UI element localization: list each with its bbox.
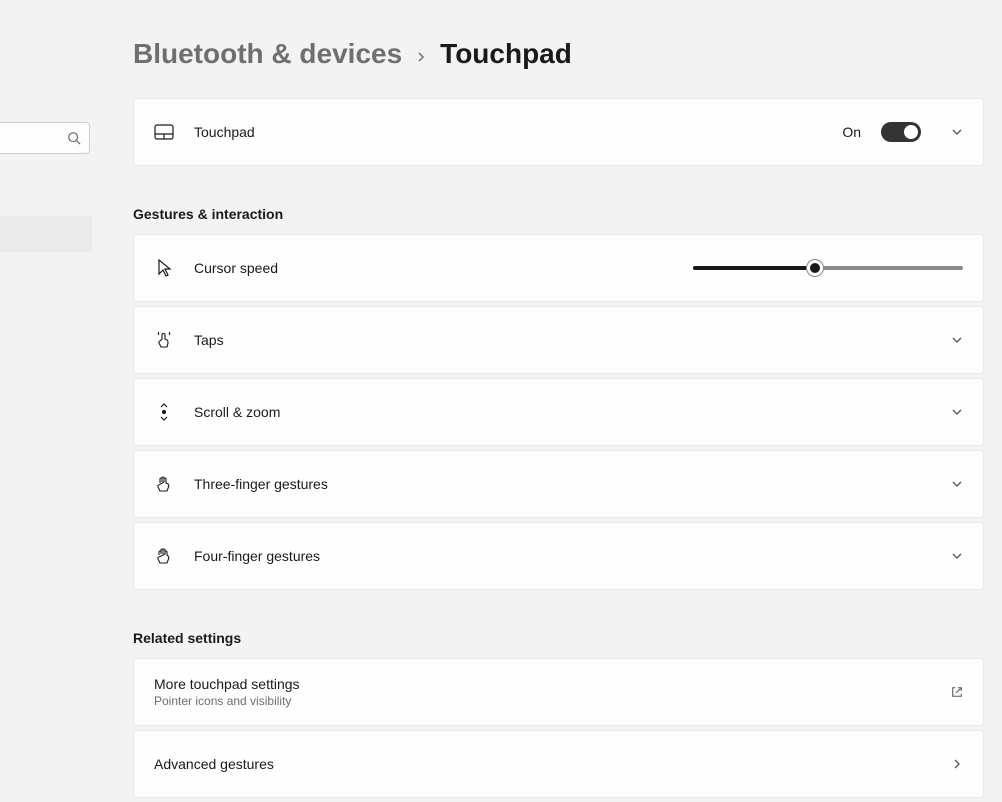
- three-finger-card[interactable]: Three-finger gestures: [133, 450, 984, 518]
- cursor-speed-label: Cursor speed: [194, 260, 673, 276]
- taps-label: Taps: [194, 332, 921, 348]
- scroll-zoom-card[interactable]: Scroll & zoom: [133, 378, 984, 446]
- tap-icon: [154, 330, 174, 350]
- main-content: Bluetooth & devices Touchpad Touchpad On…: [0, 0, 1002, 802]
- scroll-zoom-label: Scroll & zoom: [194, 404, 921, 420]
- section-title-related: Related settings: [133, 630, 984, 646]
- touchpad-toggle-card[interactable]: Touchpad On: [133, 98, 984, 166]
- cursor-speed-card: Cursor speed: [133, 234, 984, 302]
- chevron-right-icon: [416, 49, 426, 59]
- cursor-speed-slider[interactable]: [693, 266, 963, 270]
- hand-four-icon: [154, 546, 174, 566]
- touchpad-icon: [154, 122, 174, 142]
- advanced-gestures-card[interactable]: Advanced gestures: [133, 730, 984, 798]
- hand-three-icon: [154, 474, 174, 494]
- search-input[interactable]: [0, 122, 90, 154]
- breadcrumb-parent[interactable]: Bluetooth & devices: [133, 38, 402, 70]
- sidebar-item-selected[interactable]: [0, 216, 92, 252]
- more-touchpad-label: More touchpad settings Pointer icons and…: [154, 676, 921, 708]
- four-finger-card[interactable]: Four-finger gestures: [133, 522, 984, 590]
- search-icon: [67, 131, 81, 145]
- touchpad-label: Touchpad: [194, 124, 822, 140]
- more-touchpad-settings-card[interactable]: More touchpad settings Pointer icons and…: [133, 658, 984, 726]
- toggle-state-label: On: [842, 124, 861, 140]
- breadcrumb: Bluetooth & devices Touchpad: [133, 38, 984, 70]
- taps-card[interactable]: Taps: [133, 306, 984, 374]
- cursor-icon: [154, 258, 174, 278]
- chevron-right-icon: [951, 758, 963, 770]
- scroll-icon: [154, 402, 174, 422]
- touchpad-toggle[interactable]: [881, 122, 921, 142]
- chevron-down-icon: [951, 478, 963, 490]
- four-finger-label: Four-finger gestures: [194, 548, 921, 564]
- chevron-down-icon[interactable]: [951, 126, 963, 138]
- open-external-icon: [951, 686, 963, 698]
- chevron-down-icon: [951, 550, 963, 562]
- chevron-down-icon: [951, 334, 963, 346]
- page-title: Touchpad: [440, 38, 572, 70]
- advanced-gestures-label: Advanced gestures: [154, 756, 921, 772]
- three-finger-label: Three-finger gestures: [194, 476, 921, 492]
- chevron-down-icon: [951, 406, 963, 418]
- section-title-gestures: Gestures & interaction: [133, 206, 984, 222]
